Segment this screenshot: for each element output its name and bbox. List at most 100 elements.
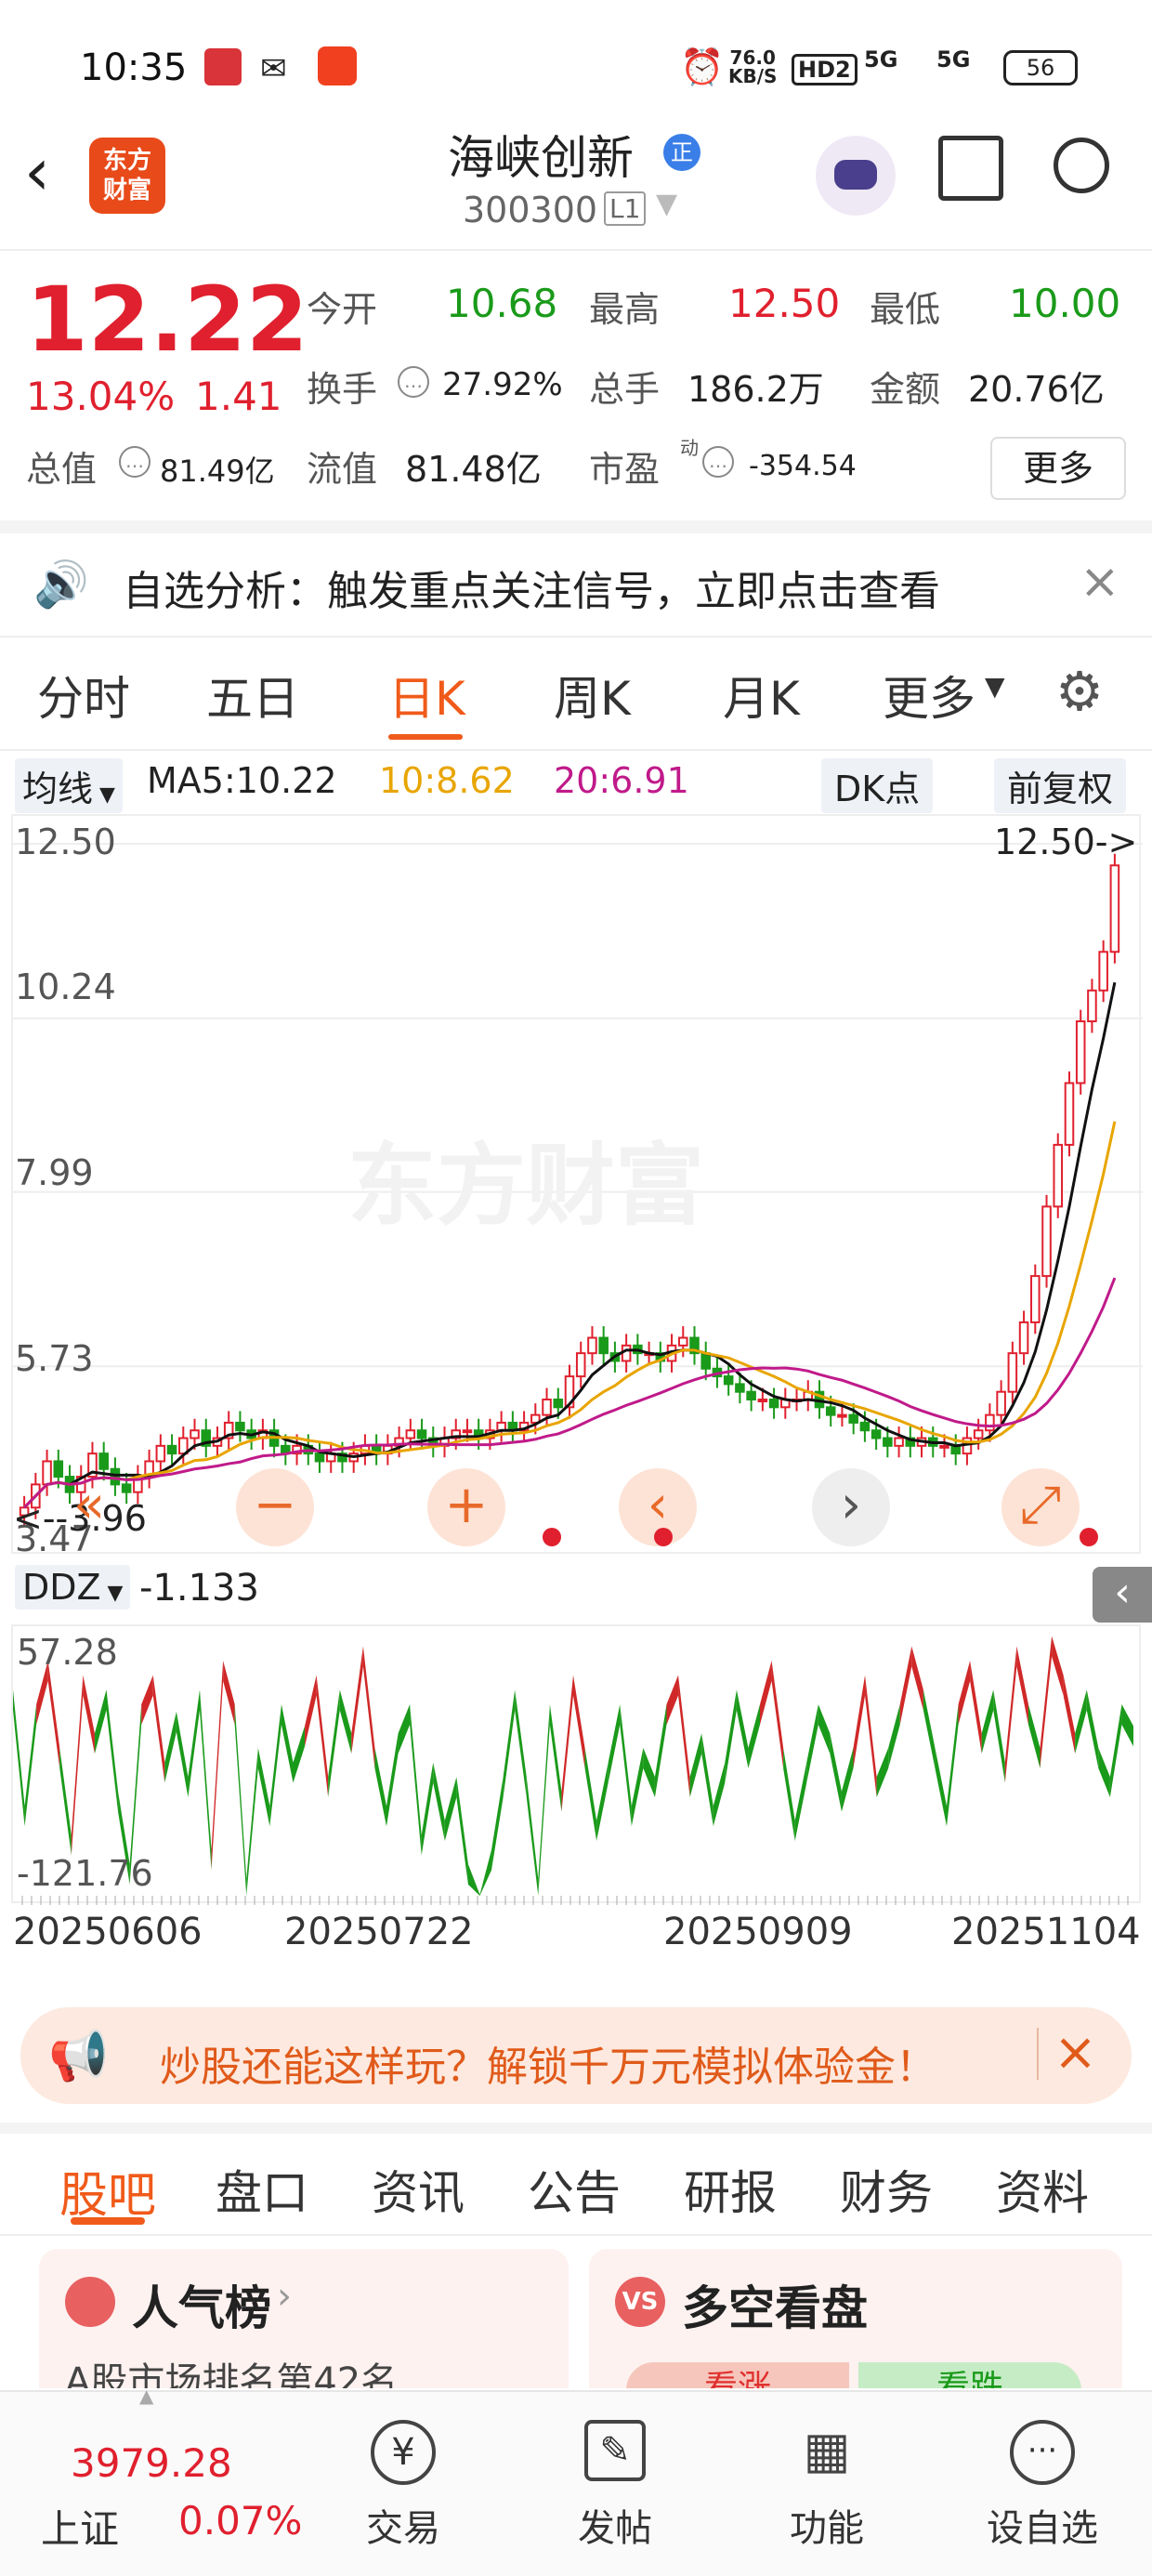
x-tick: 20250606 <box>13 1911 203 1953</box>
y-tick: 10.24 <box>15 966 116 1007</box>
info-icon[interactable]: … <box>119 446 151 478</box>
chevron-down-icon[interactable]: ▼ <box>985 671 1005 702</box>
candle-body <box>973 1429 984 1439</box>
ddz-segment <box>538 1703 550 1896</box>
bearish-button[interactable]: 看跌 <box>858 2362 1081 2388</box>
active-tab-indicator <box>71 2217 145 2225</box>
info-icon[interactable]: … <box>702 446 734 478</box>
indicator-bar: 均线 ▼ MA5:10.22 10:8.62 20:6.91 DK点 前复权 <box>0 751 1152 814</box>
ddz-chart[interactable]: 57.28 -121.76 <box>11 1624 1141 1905</box>
ddz-segment <box>584 1747 597 1841</box>
zoom-in-button[interactable]: + <box>427 1468 505 1546</box>
ddz-segment <box>339 1689 352 1755</box>
tab-five-day[interactable]: 五日 <box>206 662 299 729</box>
close-icon[interactable]: × <box>1054 2022 1097 2083</box>
pe-value: -354.54 <box>749 450 857 482</box>
ddz-svg <box>13 1636 1133 1905</box>
bull-bear-card[interactable]: VS 多空看盘 看涨 看跌 <box>589 2249 1122 2388</box>
tab-research[interactable]: 研报 <box>684 2156 777 2223</box>
close-icon[interactable]: × <box>1080 554 1120 610</box>
more-dots-icon: ··· <box>1010 2420 1075 2485</box>
tab-pankou[interactable]: 盘口 <box>216 2156 308 2223</box>
tab-monthly-k[interactable]: 月K <box>723 662 800 729</box>
ddz-segment <box>666 1675 679 1725</box>
tab-weekly-k[interactable]: 周K <box>554 662 631 729</box>
nav-functions[interactable]: ▦ 功能 <box>780 2420 873 2552</box>
zoom-out-button[interactable]: − <box>236 1468 314 1546</box>
expand-button[interactable]: ⤢ <box>1001 1468 1080 1546</box>
candle-body <box>939 1444 949 1449</box>
tab-guba[interactable]: 股吧 <box>59 2156 156 2226</box>
battery-icon: 56 <box>1003 50 1078 85</box>
nav-add-watchlist[interactable]: ··· 设自选 <box>977 2420 1107 2552</box>
ddz-segment <box>433 1762 445 1841</box>
candlestick-chart[interactable]: 东方财富 12.50 10.24 7.99 5.73 3.47 12.50-> … <box>11 814 1143 1559</box>
tab-news[interactable]: 资讯 <box>372 2156 465 2223</box>
search-icon[interactable] <box>1054 138 1109 193</box>
ddz-value: -1.133 <box>139 1567 259 1610</box>
ddz-segment <box>701 1733 713 1827</box>
candle-body <box>677 1336 688 1347</box>
candle-body <box>575 1352 586 1378</box>
tab-daily-k[interactable]: 日K <box>388 662 465 729</box>
chevron-down-icon[interactable]: ▼ <box>656 188 677 220</box>
tab-profile[interactable]: 资料 <box>996 2156 1089 2223</box>
index-value[interactable]: 3979.28 <box>71 2440 232 2486</box>
prev-fast-button[interactable]: « <box>50 1468 128 1546</box>
nav-post[interactable]: ✎ 发帖 <box>569 2420 661 2552</box>
ddz-segment <box>853 1675 866 1768</box>
tab-finance[interactable]: 财务 <box>840 2156 933 2223</box>
signal-dot <box>1080 1528 1098 1546</box>
candle-body <box>1075 1020 1086 1084</box>
back-icon[interactable]: ‹ <box>24 134 50 210</box>
candle-body <box>98 1452 109 1470</box>
popularity-card[interactable]: 人气榜 › A股市场排名第42名 <box>39 2249 569 2388</box>
adjust-button[interactable]: 前复权 <box>994 758 1127 813</box>
tab-intraday[interactable]: 分时 <box>37 662 130 729</box>
speaker-icon: 🔊 <box>33 559 89 611</box>
share-icon[interactable] <box>938 136 1003 201</box>
nav-trade[interactable]: ¥ 交易 <box>357 2420 450 2552</box>
ddz-select[interactable]: DDZ ▼ <box>15 1565 131 1610</box>
ddz-segment <box>421 1762 434 1856</box>
card-title: 人气榜 <box>132 2281 271 2335</box>
logo-text-2: 财富 <box>102 177 151 204</box>
signal-dot <box>654 1528 673 1546</box>
ddz-segment <box>386 1733 399 1827</box>
candle-body <box>553 1399 564 1409</box>
more-button[interactable]: 更多 <box>990 437 1126 500</box>
hd-badge: HD2 <box>792 54 857 85</box>
ddz-segment <box>830 1733 842 1812</box>
ddz-segment <box>713 1762 726 1827</box>
ddz-segment <box>608 1703 621 1783</box>
alert-banner[interactable]: 🔊 自选分析：触发重点关注信号，立即点击查看 × <box>0 533 1152 636</box>
candle-body <box>825 1406 836 1416</box>
edit-icon: ✎ <box>584 2420 646 2481</box>
alarm-icon: ⏰ <box>680 46 725 87</box>
turnover-label: 换手 <box>307 369 378 410</box>
index-name[interactable]: 上证 <box>41 2498 119 2555</box>
candle-body <box>416 1429 427 1439</box>
candle-body <box>166 1444 177 1455</box>
promo-banner[interactable]: 📢 炒股还能这样玩？解锁千万元模拟体验金！ × <box>20 2007 1132 2104</box>
bullish-button[interactable]: 看涨 <box>626 2362 849 2388</box>
ma-select[interactable]: 均线 ▼ <box>15 758 123 813</box>
chevron-up-icon[interactable]: ▲ <box>139 2385 153 2407</box>
ddz-segment <box>1016 1646 1028 1725</box>
next-button[interactable]: › <box>812 1468 890 1546</box>
collapse-side-icon[interactable]: ‹ <box>1093 1567 1152 1623</box>
index-change[interactable]: 0.07% <box>178 2498 302 2543</box>
gear-icon[interactable]: ⚙ <box>1055 660 1104 723</box>
eastmoney-logo[interactable]: 东方 财富 <box>89 138 165 214</box>
candle-body <box>42 1460 52 1486</box>
ma-select-label: 均线 <box>22 769 94 809</box>
ddz-segment <box>1086 1689 1099 1768</box>
dk-point-button[interactable]: DK点 <box>821 758 934 813</box>
ddz-segment <box>515 1689 527 1798</box>
tab-announcements[interactable]: 公告 <box>528 2156 621 2223</box>
level-badge[interactable]: L1 <box>604 191 647 226</box>
ma10-value: 10:8.62 <box>379 760 515 801</box>
robot-assistant-icon[interactable] <box>816 136 896 216</box>
tab-more[interactable]: 更多 <box>883 662 975 729</box>
info-icon[interactable]: … <box>398 366 429 398</box>
